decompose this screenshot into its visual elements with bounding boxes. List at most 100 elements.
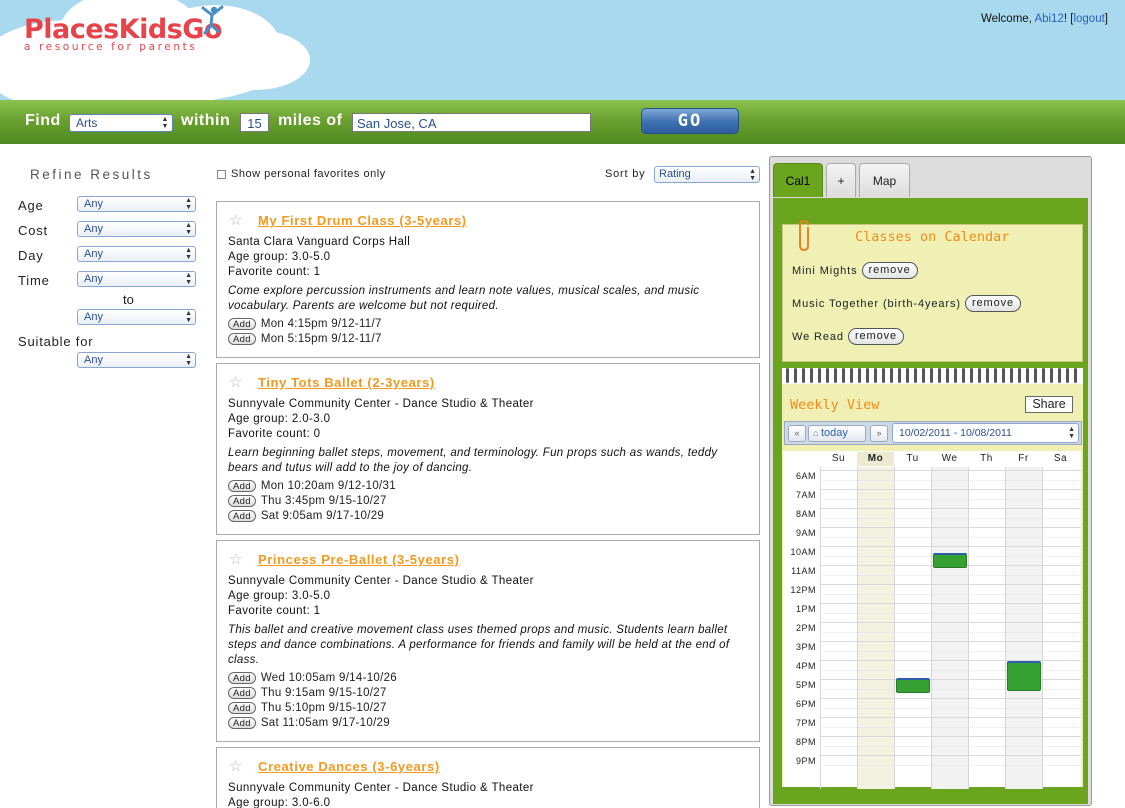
- share-button[interactable]: Share: [1025, 396, 1073, 413]
- tab-cal1[interactable]: Cal1: [773, 163, 823, 197]
- miles-input[interactable]: 15: [240, 113, 269, 132]
- day-column[interactable]: [1005, 467, 1042, 789]
- day-column[interactable]: [931, 467, 968, 789]
- select-arrows-icon: ▲ ▼: [1068, 426, 1075, 440]
- calendar-event[interactable]: [933, 552, 967, 568]
- add-button[interactable]: Add: [228, 495, 256, 507]
- class-title-link[interactable]: My First Drum Class (3-5years): [258, 213, 467, 228]
- calendar-nav: « ⌂ today » 10/02/2011 - 10/08/2011 ▲ ▼: [784, 421, 1082, 445]
- select-arrows-icon: ▲ ▼: [161, 116, 169, 130]
- spiral-ring: [986, 368, 989, 383]
- category-value: Arts: [76, 116, 98, 130]
- hour-label: 9AM: [795, 528, 816, 538]
- hour-label: 11AM: [791, 566, 816, 576]
- session-row: Add Mon 4:15pm 9/12-11/7: [228, 318, 382, 330]
- hour-line: [820, 736, 1081, 737]
- favorites-checkbox[interactable]: [217, 169, 226, 179]
- spiral-ring: [930, 368, 933, 383]
- spiral-ring: [954, 368, 957, 383]
- add-button[interactable]: Add: [228, 702, 256, 714]
- age-group: Age group: 2.0-3.0: [228, 413, 331, 425]
- add-button[interactable]: Add: [228, 510, 256, 522]
- day-column[interactable]: [820, 467, 857, 789]
- hour-line: [820, 603, 1081, 604]
- favorite-star-icon[interactable]: ☆: [229, 211, 242, 229]
- spiral-ring: [810, 368, 813, 383]
- suitable-select[interactable]: Any ▲ ▼: [77, 352, 196, 368]
- logout-link[interactable]: logout: [1073, 13, 1104, 25]
- hour-label: 12PM: [790, 585, 816, 595]
- class-name: We Read: [792, 330, 844, 343]
- add-button[interactable]: Add: [228, 333, 256, 345]
- date-range-select[interactable]: 10/02/2011 - 10/08/2011 ▲ ▼: [892, 423, 1079, 443]
- welcome-text: Welcome,: [980, 13, 1035, 25]
- next-week-icon[interactable]: »: [870, 425, 888, 442]
- class-title-link[interactable]: Tiny Tots Ballet (2-3years): [258, 375, 435, 390]
- jumping-kid-icon: [201, 5, 224, 35]
- spiral-ring: [1010, 368, 1013, 383]
- day-column[interactable]: [857, 467, 894, 789]
- class-description: Come explore percussion instruments and …: [228, 285, 700, 312]
- age-group: Age group: 3.0-5.0: [228, 251, 331, 263]
- calendar-body: Classes on Calendar Mini Mights remove Mu…: [773, 198, 1088, 804]
- add-button[interactable]: Add: [228, 717, 256, 729]
- half-hour-line: [820, 726, 1081, 728]
- classes-title: Classes on Calendar: [855, 229, 1010, 245]
- day-select[interactable]: Any ▲ ▼: [77, 246, 196, 262]
- add-button[interactable]: Add: [228, 480, 256, 492]
- spiral-ring: [890, 368, 893, 383]
- favorite-star-icon[interactable]: ☆: [229, 550, 242, 568]
- select-arrows-icon: ▲ ▼: [749, 168, 756, 182]
- go-button[interactable]: GO: [641, 108, 739, 134]
- result-card: ☆ My First Drum Class (3-5years) Santa C…: [216, 201, 760, 358]
- hour-label: 6PM: [795, 699, 816, 709]
- spiral-ring: [818, 368, 821, 383]
- add-button[interactable]: Add: [228, 318, 256, 330]
- age-select[interactable]: Any ▲ ▼: [77, 196, 196, 212]
- favorite-star-icon[interactable]: ☆: [229, 757, 242, 775]
- class-title-link[interactable]: Princess Pre-Ballet (3-5years): [258, 552, 460, 567]
- remove-button[interactable]: remove: [847, 328, 905, 345]
- location-input[interactable]: San Jose, CA: [352, 113, 591, 132]
- within-label: within: [181, 112, 231, 129]
- paperclip-icon: [799, 219, 809, 252]
- time-from-select[interactable]: Any ▲ ▼: [77, 271, 196, 287]
- category-select[interactable]: Arts ▲ ▼: [69, 114, 173, 132]
- day-label: Day: [18, 248, 44, 263]
- calendar-class-item: Music Together (birth-4years) remove: [792, 295, 1022, 312]
- class-title-link[interactable]: Creative Dances (3-6years): [258, 759, 440, 774]
- spiral-ring: [1034, 368, 1037, 383]
- cost-select[interactable]: Any ▲ ▼: [77, 221, 196, 237]
- favorites-only-toggle[interactable]: Show personal favorites only: [217, 168, 386, 180]
- sort-select[interactable]: Rating ▲ ▼: [654, 166, 760, 183]
- result-card: ☆ Creative Dances (3-6years) Sunnyvale C…: [216, 747, 760, 808]
- venue: Sunnyvale Community Center - Dance Studi…: [228, 398, 534, 410]
- session-row: Add Mon 5:15pm 9/12-11/7: [228, 333, 382, 345]
- time-to-select[interactable]: Any ▲ ▼: [77, 309, 196, 325]
- tab-add[interactable]: +: [826, 163, 856, 197]
- calendar-event[interactable]: [1007, 661, 1041, 692]
- remove-button[interactable]: remove: [964, 295, 1022, 312]
- spiral-ring: [914, 368, 917, 383]
- tab-map[interactable]: Map: [859, 163, 910, 197]
- spiral-ring: [1050, 368, 1053, 383]
- day-column[interactable]: [894, 467, 931, 789]
- prev-week-icon[interactable]: «: [788, 425, 806, 442]
- result-card: ☆ Tiny Tots Ballet (2-3years) Sunnyvale …: [216, 363, 760, 535]
- day-column[interactable]: [968, 467, 1005, 789]
- select-arrows-icon: ▲ ▼: [185, 272, 192, 286]
- half-hour-line: [820, 536, 1081, 538]
- favorite-star-icon[interactable]: ☆: [229, 373, 242, 391]
- add-button[interactable]: Add: [228, 672, 256, 684]
- remove-button[interactable]: remove: [861, 262, 918, 279]
- today-button[interactable]: ⌂ today: [808, 425, 866, 442]
- miles-label: miles of: [278, 112, 343, 129]
- spiral-ring: [1058, 368, 1061, 383]
- calendar-event[interactable]: [896, 678, 930, 694]
- username-link[interactable]: Abi12: [1034, 13, 1063, 25]
- spiral-ring: [866, 368, 869, 383]
- day-column[interactable]: [1042, 467, 1079, 789]
- site-logo[interactable]: PlacesKidsGo a resource for parents: [24, 5, 224, 53]
- hour-line: [820, 755, 1081, 756]
- add-button[interactable]: Add: [228, 687, 256, 699]
